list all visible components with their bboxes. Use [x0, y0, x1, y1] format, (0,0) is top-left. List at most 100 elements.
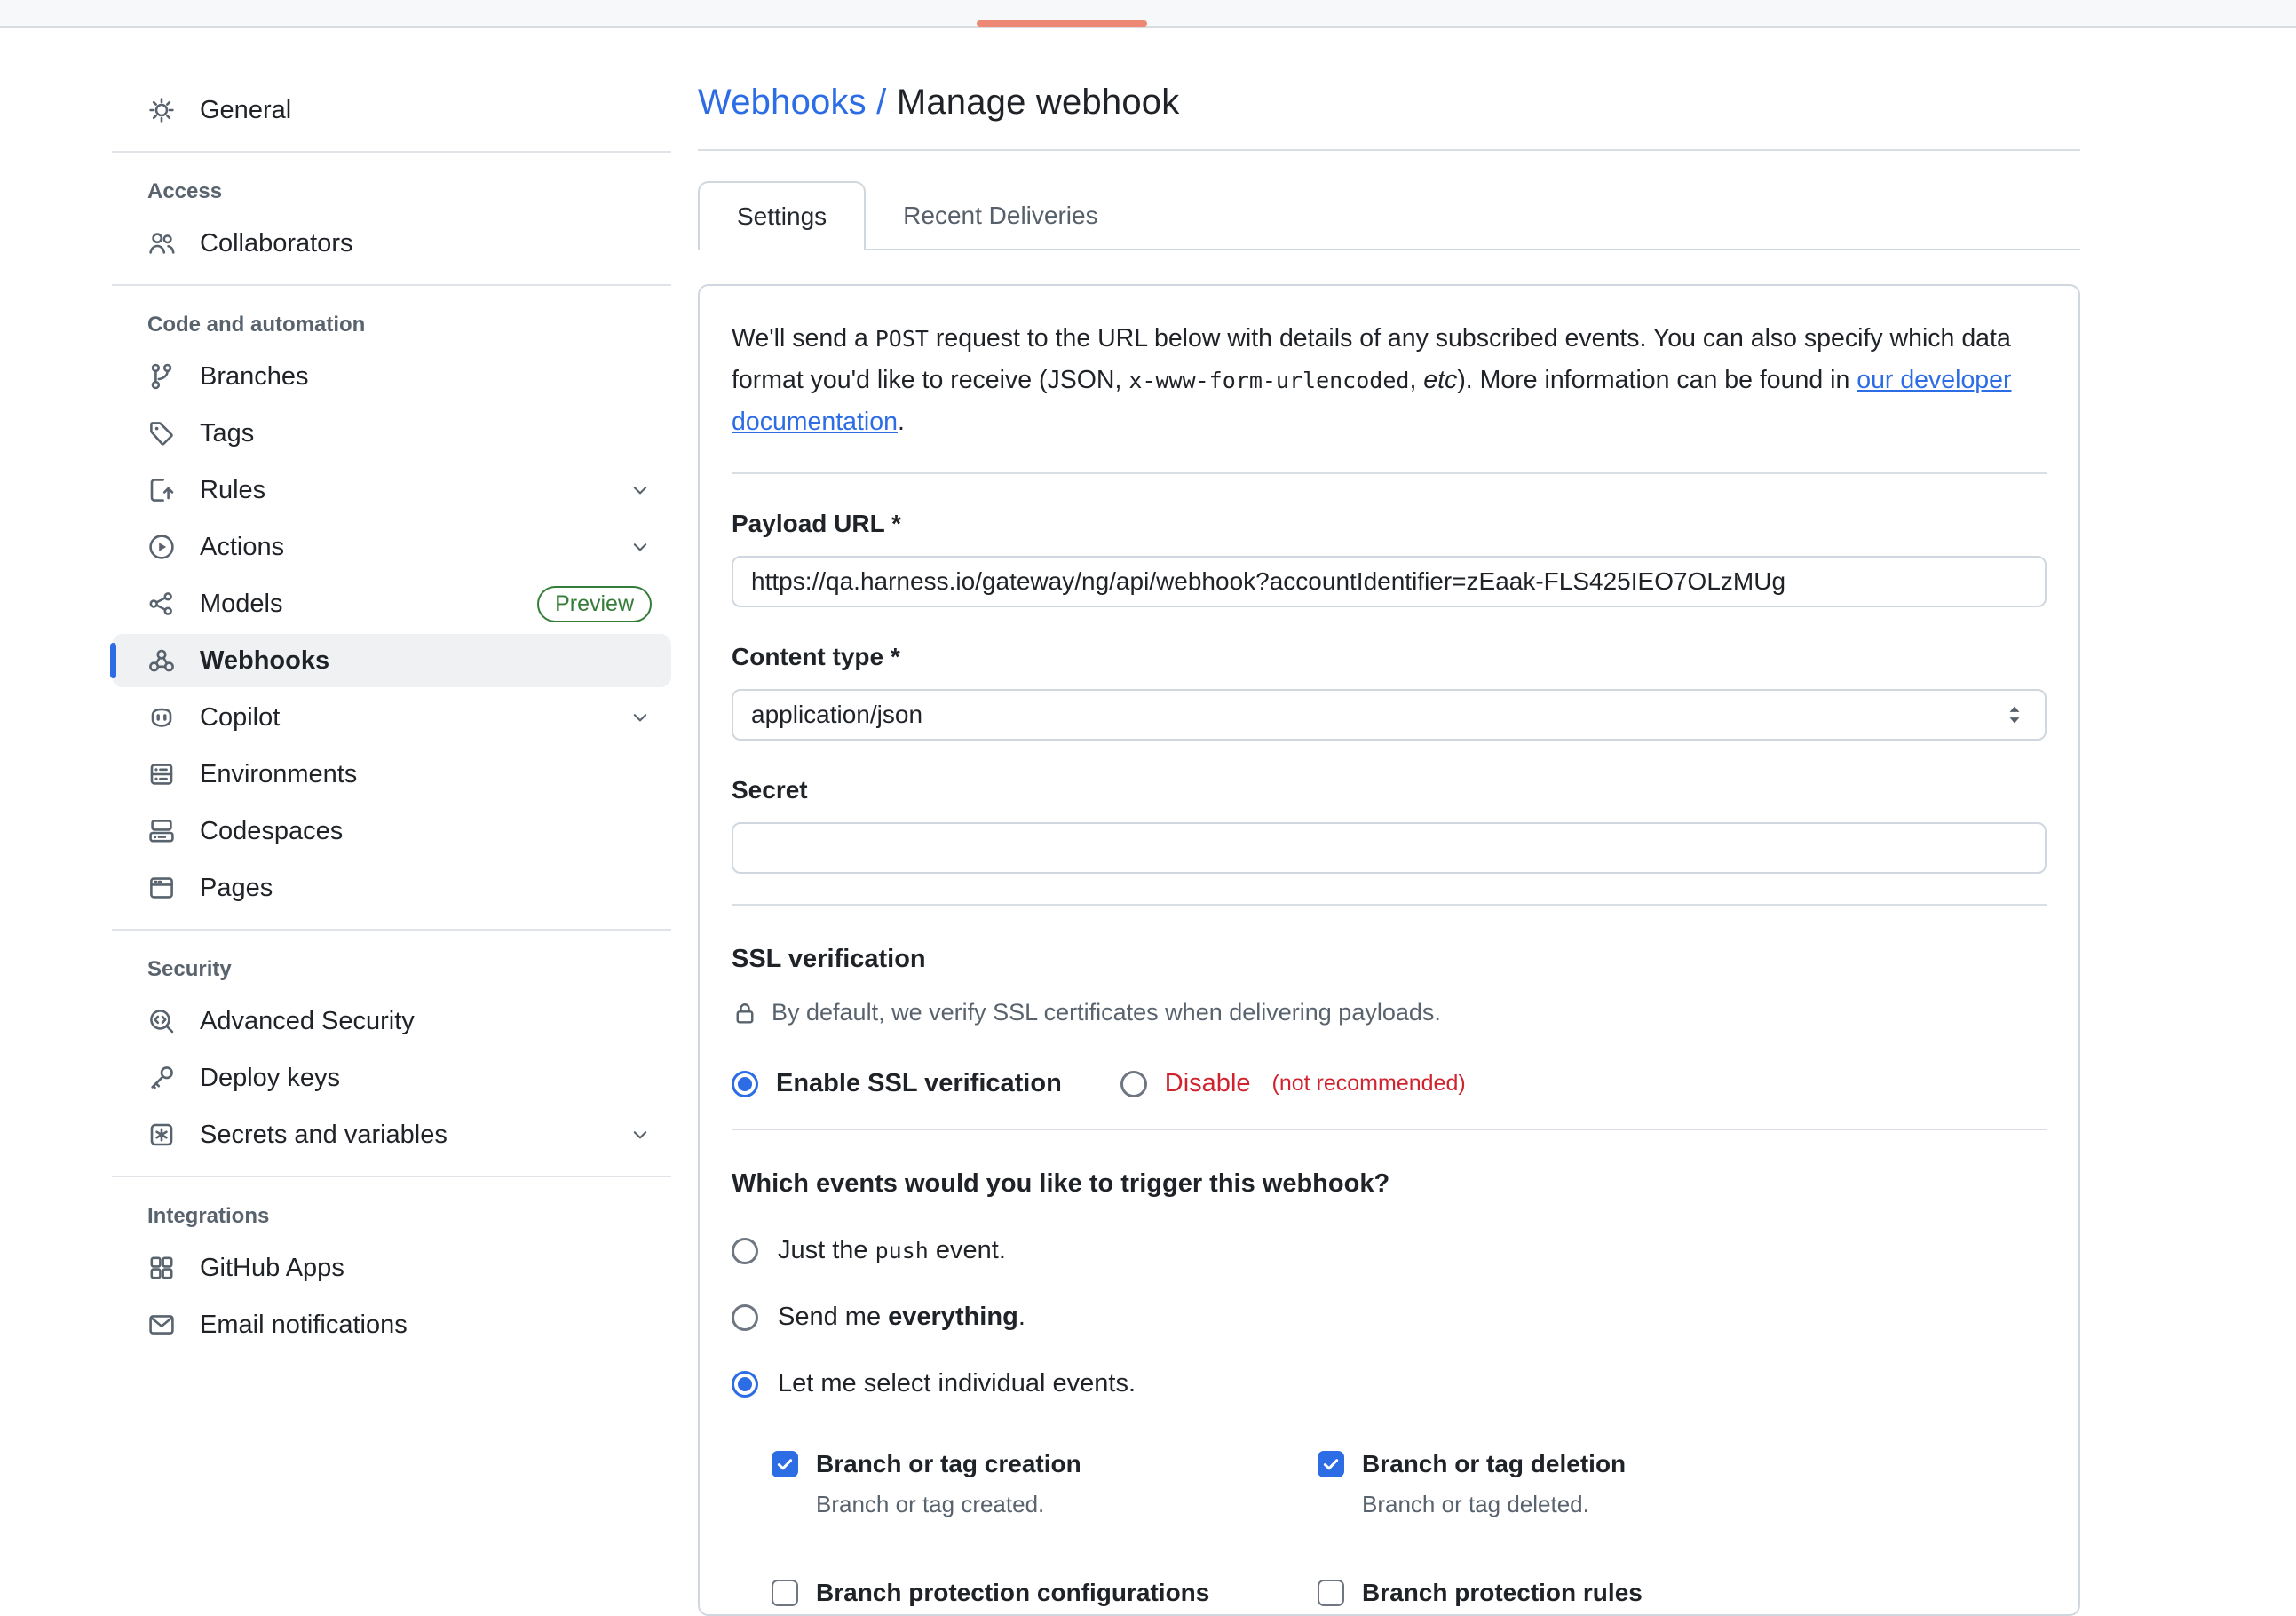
event-option-1[interactable]: Send me everything. — [732, 1303, 2047, 1332]
browser-icon — [147, 874, 176, 902]
top-bar — [0, 0, 2296, 28]
sidebar-item-label: Deploy keys — [200, 1064, 340, 1093]
event-checkbox-item: Branch or tag deletionBranch or tag dele… — [1318, 1450, 2047, 1518]
radio-unselected-icon — [732, 1304, 758, 1331]
sidebar-item-label: Rules — [200, 476, 265, 505]
sidebar-item-pages[interactable]: Pages — [112, 861, 671, 915]
radio-selected-icon — [732, 1071, 758, 1097]
settings-sidebar: General Access Collaborators Code and autom… — [112, 53, 671, 1355]
event-option-label: Let me select individual events. — [778, 1369, 1136, 1398]
payload-url-input[interactable] — [732, 556, 2047, 607]
page-title-text: Manage webhook — [897, 83, 1180, 122]
disable-ssl-note: (not recommended) — [1272, 1071, 1466, 1097]
chevron-down-icon — [629, 479, 652, 502]
apps-grid-icon — [147, 1254, 176, 1282]
sidebar-item-label: Webhooks — [200, 646, 329, 676]
event-checkbox-item: Branch or tag creation Branch or tag crea… — [772, 1450, 1318, 1518]
sidebar-section-header: Access — [112, 179, 671, 204]
key-icon — [147, 1064, 176, 1092]
sidebar-item-branches[interactable]: Branches — [112, 350, 671, 403]
sidebar-item-email-notifications[interactable]: Email notifications — [112, 1298, 671, 1351]
event-checkbox-description: Branch or tag created. — [816, 1491, 1318, 1518]
payload-url-label: Payload URL * — [732, 510, 2047, 538]
sidebar-item-github-apps[interactable]: GitHub Apps — [112, 1241, 671, 1295]
sidebar-item-secrets-and-variables[interactable]: Secrets and variables — [112, 1108, 671, 1161]
sidebar-item-label: GitHub Apps — [200, 1254, 344, 1283]
git-branch-icon — [147, 362, 176, 391]
sidebar-item-general[interactable]: General — [112, 83, 671, 137]
sidebar-divider — [112, 284, 671, 286]
codespaces-icon — [147, 817, 176, 845]
enable-ssl-radio[interactable]: Enable SSL verification — [732, 1069, 1062, 1098]
main-content: Webhooks / Manage webhook Settings Recen… — [698, 26, 2080, 1616]
sidebar-divider — [112, 929, 671, 931]
sidebar-item-copilot[interactable]: Copilot — [112, 691, 671, 744]
sidebar-item-label: General — [200, 96, 291, 125]
checkbox-checked-icon — [772, 1451, 798, 1477]
sidebar-item-deploy-keys[interactable]: Deploy keys — [112, 1051, 671, 1105]
webhook-tabnav: Settings Recent Deliveries — [698, 181, 2080, 250]
sidebar-item-actions[interactable]: Actions — [112, 520, 671, 574]
sidebar-item-models[interactable]: ModelsPreview — [112, 577, 671, 630]
sidebar-item-label: Environments — [200, 760, 357, 789]
event-option-0[interactable]: Just the push event. — [732, 1236, 2047, 1265]
ssl-heading: SSL verification — [732, 945, 2047, 974]
chevron-down-icon — [629, 1123, 652, 1146]
sidebar-item-label: Secrets and variables — [200, 1121, 447, 1150]
chevron-down-icon — [629, 706, 652, 729]
breadcrumb-webhooks-link[interactable]: Webhooks / — [698, 83, 887, 122]
event-checkbox-label: Branch or tag creation — [816, 1450, 1081, 1478]
sidebar-item-tags[interactable]: Tags — [112, 407, 671, 460]
models-icon — [147, 590, 176, 618]
event-option-label: Send me everything. — [778, 1303, 1025, 1332]
section-divider — [732, 904, 2047, 906]
sidebar-item-label: Copilot — [200, 703, 280, 733]
event-checkbox-branch-protection-configurations[interactable]: Branch protection configurations — [772, 1579, 1318, 1607]
tab-recent-deliveries[interactable]: Recent Deliveries — [866, 183, 1135, 249]
event-checkbox-branch-or-tag-creation[interactable]: Branch or tag creation — [772, 1450, 1318, 1478]
radio-selected-icon — [732, 1371, 758, 1398]
tab-settings[interactable]: Settings — [698, 181, 866, 250]
intro-paragraph: We'll send a POST request to the URL bel… — [732, 318, 2047, 442]
asterisk-box-icon — [147, 1121, 176, 1149]
content-type-value: application/json — [751, 701, 922, 729]
secret-input[interactable] — [732, 822, 2047, 874]
tag-icon — [147, 419, 176, 448]
section-divider — [732, 1129, 2047, 1130]
sidebar-item-advanced-security[interactable]: Advanced Security — [112, 994, 671, 1048]
sidebar-item-environments[interactable]: Environments — [112, 748, 671, 801]
content-type-label: Content type * — [732, 643, 2047, 671]
sidebar-item-collaborators[interactable]: Collaborators — [112, 217, 671, 270]
event-checkbox-branch-protection-rules[interactable]: Branch protection rules — [1318, 1579, 2047, 1607]
content-type-select[interactable]: application/json — [732, 689, 2047, 741]
checkbox-unchecked-icon — [772, 1580, 798, 1606]
event-option-2[interactable]: Let me select individual events. — [732, 1369, 2047, 1398]
disable-ssl-label: Disable — [1165, 1069, 1251, 1098]
play-circle-icon — [147, 533, 176, 561]
ssl-note-text: By default, we verify SSL certificates w… — [772, 999, 1441, 1026]
gear-icon — [147, 96, 176, 124]
sidebar-item-label: Models — [200, 590, 283, 619]
checkbox-unchecked-icon — [1318, 1580, 1344, 1606]
title-divider — [698, 149, 2080, 151]
sidebar-item-label: Actions — [200, 533, 284, 562]
event-checkbox-label: Branch protection rules — [1362, 1579, 1643, 1607]
event-option-label: Just the push event. — [778, 1236, 1006, 1265]
disable-ssl-radio[interactable]: Disable (not recommended) — [1120, 1069, 1466, 1098]
sidebar-item-label: Advanced Security — [200, 1007, 415, 1036]
select-arrows-icon — [2002, 702, 2027, 727]
sidebar-item-webhooks[interactable]: Webhooks — [112, 634, 671, 687]
webhook-settings-panel: We'll send a POST request to the URL bel… — [698, 284, 2080, 1616]
event-checkbox-branch-or-tag-deletion[interactable]: Branch or tag deletion — [1318, 1450, 2047, 1478]
enable-ssl-label: Enable SSL verification — [776, 1069, 1062, 1098]
mail-icon — [147, 1311, 176, 1339]
event-checkbox-label: Branch protection configurations — [816, 1579, 1209, 1607]
event-trigger-options: Just the push event. Send me everything. L… — [732, 1236, 2047, 1398]
sidebar-item-codespaces[interactable]: Codespaces — [112, 804, 671, 858]
environments-icon — [147, 760, 176, 788]
sidebar-item-rules[interactable]: Rules — [112, 463, 671, 517]
section-divider — [732, 472, 2047, 474]
webhook-icon — [147, 646, 176, 675]
sidebar-section-header: Code and automation — [112, 313, 671, 337]
page-title: Webhooks / Manage webhook — [698, 83, 2080, 123]
